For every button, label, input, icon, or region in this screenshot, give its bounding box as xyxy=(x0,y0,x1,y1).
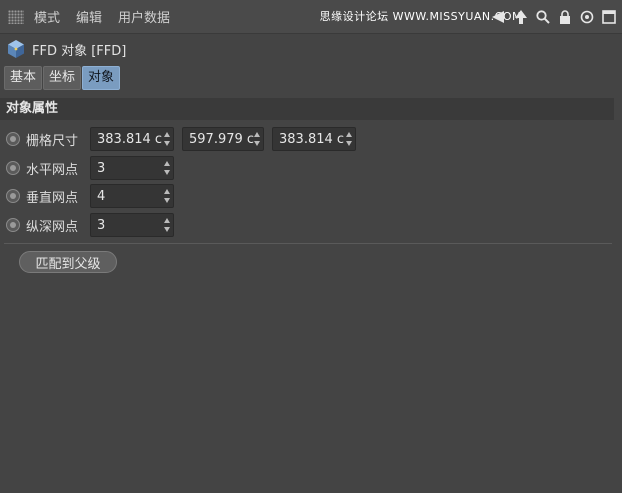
h-points-value: 3 xyxy=(97,160,106,176)
animate-radio-icon[interactable] xyxy=(6,132,20,146)
d-points-row: 纵深网点 3 xyxy=(6,213,182,237)
v-points-field[interactable]: 4 xyxy=(90,184,174,208)
back-arrow-icon[interactable] xyxy=(490,8,508,26)
tab-coordinates[interactable]: 坐标 xyxy=(43,66,82,90)
grid-size-x-value: 383.814 c xyxy=(97,131,163,147)
object-title: FFD 对象 [FFD] xyxy=(32,43,127,59)
object-header: FFD 对象 [FFD] xyxy=(6,38,126,60)
tab-object[interactable]: 对象 xyxy=(82,66,121,90)
h-points-label: 水平网点 xyxy=(26,162,79,178)
v-points-label: 垂直网点 xyxy=(26,190,79,206)
match-to-parent-button[interactable]: 匹配到父级 xyxy=(19,251,117,273)
grid-size-label: 栅格尺寸 xyxy=(26,133,79,149)
h-points-row: 水平网点 3 xyxy=(6,156,182,180)
grid-size-z-field[interactable]: 383.814 c xyxy=(272,127,356,151)
stepper-icon[interactable] xyxy=(163,218,170,232)
stepper-icon[interactable] xyxy=(253,132,260,146)
grid-size-x-field[interactable]: 383.814 c xyxy=(90,127,174,151)
target-icon[interactable] xyxy=(578,8,596,26)
stepper-icon[interactable] xyxy=(163,189,170,203)
v-points-row: 垂直网点 4 xyxy=(6,184,182,208)
h-points-field[interactable]: 3 xyxy=(90,156,174,180)
d-points-value: 3 xyxy=(97,217,106,233)
d-points-field[interactable]: 3 xyxy=(90,213,174,237)
menu-edit[interactable]: 编辑 xyxy=(76,7,102,26)
menu-mode[interactable]: 模式 xyxy=(34,7,60,26)
stepper-icon[interactable] xyxy=(163,132,170,146)
grid-size-row: 栅格尺寸 383.814 c 597.979 c 383.814 c xyxy=(6,127,364,151)
animate-radio-icon[interactable] xyxy=(6,161,20,175)
stepper-icon[interactable] xyxy=(345,132,352,146)
attribute-tabs: 基本 坐标 对象 xyxy=(4,66,121,90)
grid-size-y-value: 597.979 c xyxy=(189,131,255,147)
grid-size-y-field[interactable]: 597.979 c xyxy=(182,127,264,151)
up-arrow-icon[interactable] xyxy=(512,8,530,26)
lock-icon[interactable] xyxy=(556,8,574,26)
drag-grip-icon[interactable] xyxy=(8,9,24,24)
search-icon[interactable] xyxy=(534,8,552,26)
animate-radio-icon[interactable] xyxy=(6,218,20,232)
menu-user-data[interactable]: 用户数据 xyxy=(118,7,170,26)
d-points-label: 纵深网点 xyxy=(26,219,79,235)
section-title: 对象属性 xyxy=(0,98,614,120)
new-window-icon[interactable] xyxy=(600,8,618,26)
grid-size-z-value: 383.814 c xyxy=(279,131,345,147)
stepper-icon[interactable] xyxy=(163,161,170,175)
ffd-cube-icon xyxy=(8,40,24,58)
tab-basic[interactable]: 基本 xyxy=(4,66,43,90)
toolbar-icons xyxy=(490,6,618,28)
divider xyxy=(4,243,612,244)
animate-radio-icon[interactable] xyxy=(6,189,20,203)
v-points-value: 4 xyxy=(97,188,106,204)
